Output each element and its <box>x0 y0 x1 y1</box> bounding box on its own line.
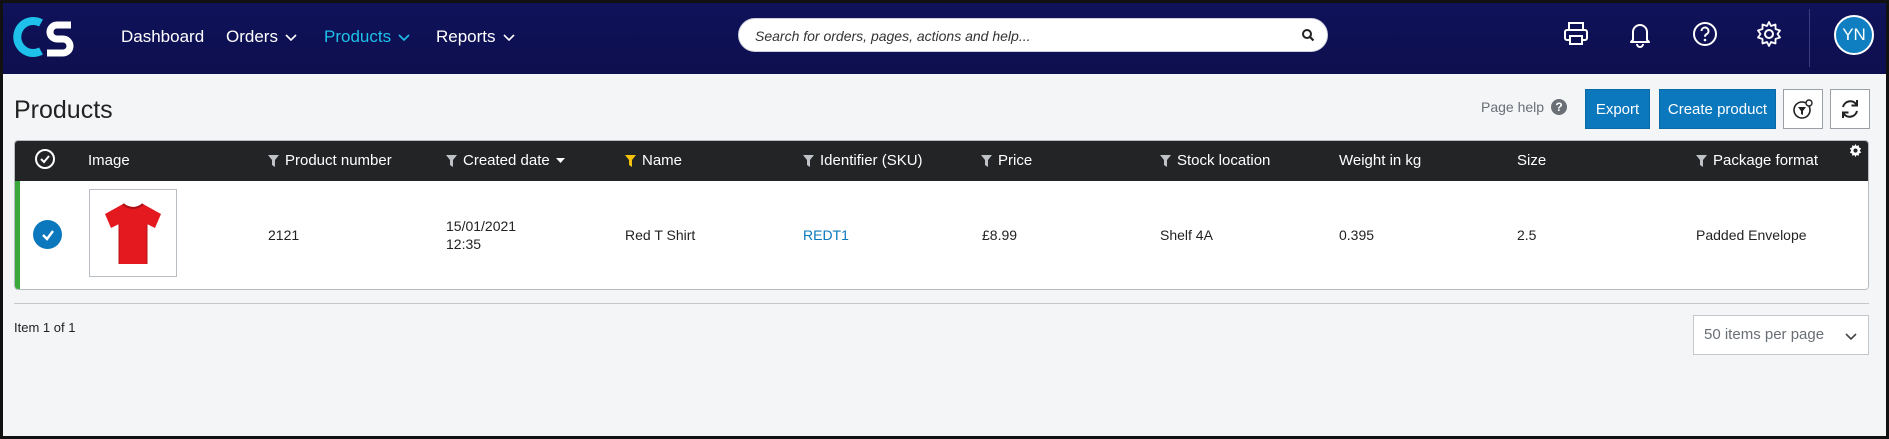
nav-reports-label: Reports <box>436 27 496 46</box>
filter-icon[interactable] <box>268 154 279 167</box>
cell-name: Red T Shirt <box>625 227 696 243</box>
search-icon[interactable] <box>1301 28 1315 42</box>
check-icon <box>40 155 50 164</box>
top-navigation: Dashboard Orders Products Reports Search… <box>3 3 1886 74</box>
filter-icon[interactable] <box>1696 154 1707 167</box>
nav-reports[interactable]: Reports <box>436 27 516 47</box>
items-per-page-value: 50 items per page <box>1704 326 1825 343</box>
row-checkbox[interactable] <box>33 220 62 249</box>
avatar[interactable]: YN <box>1834 15 1874 55</box>
column-label: Created date <box>463 152 550 169</box>
column-header-name[interactable]: Name <box>625 152 682 169</box>
cell-product-number: 2121 <box>268 227 300 243</box>
column-header-package-format[interactable]: Package format <box>1696 152 1818 169</box>
printer-icon[interactable] <box>1561 19 1591 49</box>
column-header-stock-location[interactable]: Stock location <box>1160 152 1270 169</box>
table-row[interactable]: 2121 15/01/2021 12:35 Red T Shirt REDT1 … <box>15 181 1868 289</box>
page-title: Products <box>14 96 113 124</box>
column-label: Name <box>642 152 683 169</box>
filter-icon[interactable] <box>1160 154 1171 167</box>
filter-settings-button[interactable] <box>1783 89 1823 129</box>
item-count: Item 1 of 1 <box>14 320 76 335</box>
column-label: Weight in kg <box>1339 152 1422 169</box>
products-table: Image Product number Created date Name I… <box>14 140 1869 290</box>
help-icon[interactable] <box>1690 19 1720 49</box>
select-all-checkbox[interactable] <box>35 149 55 169</box>
bell-icon[interactable] <box>1625 19 1655 49</box>
help-circle-icon: ? <box>1551 99 1568 115</box>
create-product-button-label: Create product <box>1667 100 1768 118</box>
logo[interactable] <box>13 13 77 61</box>
cell-price: £8.99 <box>982 227 1018 243</box>
column-header-product-number[interactable]: Product number <box>268 152 392 169</box>
items-per-page-select[interactable]: 50 items per page <box>1693 315 1869 355</box>
check-icon <box>41 229 54 241</box>
export-button[interactable]: Export <box>1585 89 1650 129</box>
cell-created-date: 15/01/2021 <box>446 218 517 234</box>
avatar-initials: YN <box>1842 25 1866 44</box>
cell-weight: 0.395 <box>1339 227 1375 243</box>
cell-stock-location: Shelf 4A <box>1160 227 1213 243</box>
cell-sku-link[interactable]: REDT1 <box>803 227 849 243</box>
column-label: Price <box>998 152 1033 169</box>
nav-orders[interactable]: Orders <box>226 27 298 47</box>
chevron-down-icon <box>502 34 515 42</box>
refresh-icon <box>1842 100 1858 118</box>
refresh-button[interactable] <box>1830 89 1870 129</box>
divider <box>14 303 1869 304</box>
column-label: Identifier (SKU) <box>820 152 923 169</box>
search-input[interactable] <box>753 19 1287 53</box>
column-label: Package format <box>1713 152 1819 169</box>
filter-icon[interactable] <box>446 154 457 167</box>
product-image[interactable] <box>89 189 177 277</box>
column-label: Product number <box>285 152 392 169</box>
export-button-label: Export <box>1595 100 1640 118</box>
cell-size: 2.5 <box>1517 227 1537 243</box>
column-header-created-date[interactable]: Created date <box>446 152 565 169</box>
chevron-down-icon <box>1845 333 1857 341</box>
page-help-label: Page help <box>1481 99 1545 115</box>
column-label: Image <box>88 152 130 169</box>
nav-products[interactable]: Products <box>324 27 411 47</box>
filter-active-icon[interactable] <box>625 154 636 167</box>
nav-products-label: Products <box>324 27 392 46</box>
column-header-image: Image <box>88 152 130 169</box>
chevron-down-icon <box>285 34 297 42</box>
filter-icon[interactable] <box>803 154 814 167</box>
sort-desc-icon <box>555 157 565 163</box>
column-header-price[interactable]: Price <box>981 152 1032 169</box>
filter-icon[interactable] <box>981 154 992 167</box>
nav-divider <box>1809 9 1810 67</box>
column-settings-gear-icon[interactable] <box>1848 143 1863 158</box>
page-help-link[interactable]: Page help ? <box>1481 99 1568 115</box>
nav-dashboard[interactable]: Dashboard <box>121 27 204 47</box>
cell-package-format: Padded Envelope <box>1696 227 1807 243</box>
nav-dashboard-label: Dashboard <box>121 27 205 46</box>
search-box <box>738 18 1328 53</box>
column-header-size: Size <box>1517 152 1546 169</box>
filter-settings-icon <box>1793 99 1813 119</box>
chevron-down-icon <box>398 34 410 42</box>
column-header-weight: Weight in kg <box>1339 152 1421 169</box>
create-product-button[interactable]: Create product <box>1659 89 1776 129</box>
column-label: Size <box>1517 152 1547 169</box>
column-label: Stock location <box>1177 152 1271 169</box>
column-header-sku[interactable]: Identifier (SKU) <box>803 152 923 169</box>
nav-orders-label: Orders <box>226 27 278 46</box>
table-header: Image Product number Created date Name I… <box>15 141 1868 181</box>
red-t-shirt-image <box>105 203 161 264</box>
cell-created-time: 12:35 <box>446 236 482 252</box>
gear-icon[interactable] <box>1754 19 1784 49</box>
